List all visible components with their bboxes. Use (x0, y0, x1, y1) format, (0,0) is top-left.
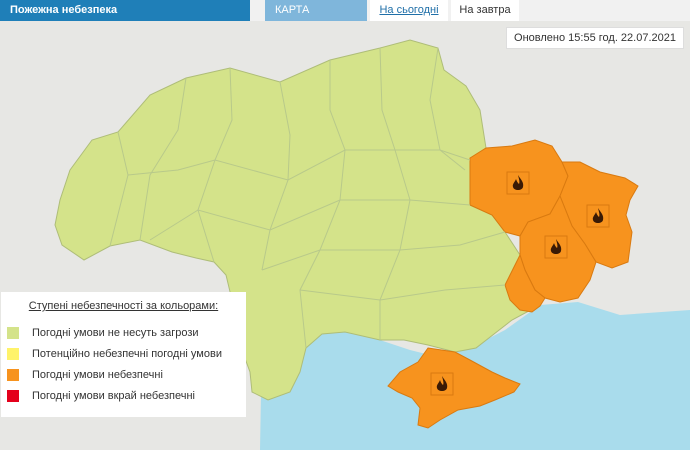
fire-icon[interactable] (586, 204, 610, 228)
updated-timestamp: Оновлено 15:55 год. 22.07.2021 (506, 27, 684, 49)
legend-item: Погодні умови не несуть загрози (1, 322, 246, 343)
legend-swatch (7, 368, 19, 381)
legend-label: Потенційно небезпечні погодні умови (32, 347, 222, 360)
page-title: Пожежна небезпека (0, 0, 250, 21)
tab-map-ukraine[interactable]: КАРТА УКРАЇНИ▶ (265, 0, 367, 37)
legend-label: Погодні умови небезпечні (32, 368, 163, 381)
legend-swatch (7, 347, 19, 360)
top-bar: Пожежна небезпека КАРТА УКРАЇНИ▶ На сьог… (0, 0, 690, 37)
tab-tomorrow[interactable]: На завтра (451, 0, 519, 21)
legend-title: Ступені небезпечності за кольорами: (28, 300, 219, 312)
legend-item: Погодні умови вкрай небезпечні (1, 385, 246, 406)
fire-icon[interactable] (544, 235, 568, 259)
legend-item: Погодні умови небезпечні (1, 364, 246, 385)
legend-swatch (7, 326, 19, 339)
tab-today[interactable]: На сьогодні (370, 0, 448, 21)
legend-label: Погодні умови вкрай небезпечні (32, 389, 195, 402)
fire-icon[interactable] (506, 171, 530, 195)
legend: Ступені небезпечності за кольорами: Пого… (1, 292, 246, 417)
legend-swatch (7, 389, 19, 402)
fire-icon[interactable] (430, 372, 454, 396)
legend-item: Потенційно небезпечні погодні умови (1, 343, 246, 364)
legend-label: Погодні умови не несуть загрози (32, 326, 199, 339)
